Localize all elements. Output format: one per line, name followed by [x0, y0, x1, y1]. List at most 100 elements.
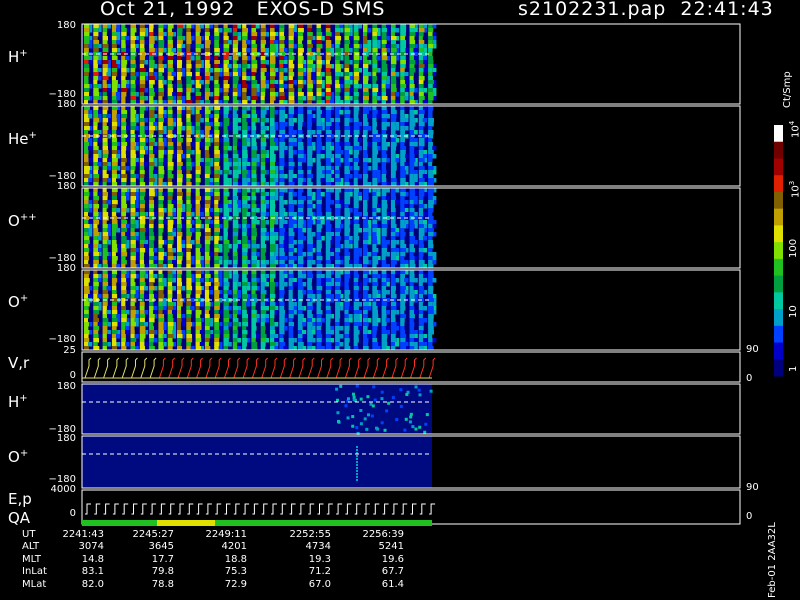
spectrogram-cell [126, 126, 130, 131]
spectrogram-cell [195, 256, 201, 261]
spectrogram-cell [167, 48, 172, 53]
spectrogram-cell [214, 196, 221, 201]
spectrogram-cell [432, 84, 437, 89]
ep-mark [345, 503, 352, 515]
orbit-value: 3074 [78, 541, 104, 553]
spectrogram-cell [274, 146, 279, 151]
spectrogram-cell [158, 252, 165, 257]
spectrogram-cell [283, 244, 288, 249]
spectrogram-cell [210, 302, 214, 307]
spectrogram-cell [186, 166, 193, 171]
spectrogram-cell [409, 220, 415, 225]
spectrogram-cell [204, 72, 211, 77]
spectrogram-cell [98, 256, 102, 261]
spectrogram-cell [418, 24, 424, 29]
spectrogram-cell [190, 188, 195, 193]
spectrogram-cell [223, 306, 229, 311]
spectrogram-cell [293, 310, 297, 315]
spectrogram-cell [102, 40, 108, 45]
spectrogram-cell [363, 154, 369, 159]
vr-mark [186, 357, 194, 379]
spectrogram-cell [111, 36, 117, 41]
spectrogram-cell [134, 232, 139, 237]
spectrogram-cell [139, 286, 145, 291]
spectrogram-cell [381, 260, 387, 265]
spectrogram-cell [111, 228, 117, 233]
spectrogram-cell [390, 170, 396, 175]
spectrogram-cell [409, 44, 416, 49]
spectrogram-cell [242, 76, 247, 81]
spectrogram-cell [260, 310, 267, 315]
spectrogram-cell [322, 60, 325, 65]
spectrogram-cell [149, 310, 154, 315]
spectrogram-cell [154, 286, 158, 291]
spectrogram-cell [284, 318, 288, 323]
spectrogram-cell [139, 220, 146, 225]
spectrogram-cell [418, 322, 424, 327]
spectrogram-cell [260, 92, 266, 97]
spectrogram-cell [418, 56, 424, 61]
spectrogram-cell [154, 294, 158, 299]
spectrogram-cell [195, 310, 202, 315]
spectrogram-cell [163, 24, 167, 29]
spectrogram-cell [177, 252, 183, 257]
spectrogram-cell [195, 302, 201, 307]
spectrogram-cell [88, 146, 93, 151]
spectrogram-cell [149, 294, 155, 299]
spectrogram-cell [167, 154, 173, 159]
spectrogram-cell [238, 224, 242, 229]
spectrogram-cell [433, 166, 437, 171]
spectrogram-cell [102, 200, 107, 205]
spectrogram-cell [102, 322, 108, 327]
spectrogram-cell [386, 252, 390, 257]
spectrogram-cell [307, 232, 312, 237]
spectrogram-cell [390, 154, 396, 159]
spectrogram-cell [335, 92, 340, 97]
spectrogram-cell [400, 96, 405, 101]
spectrogram-cell [372, 270, 378, 275]
spectrogram-cell [367, 28, 372, 33]
spectrogram-cell [284, 220, 288, 225]
spectrogram-cell [139, 326, 146, 331]
spectrogram-cell [111, 72, 118, 77]
spectrogram-cell [195, 228, 201, 233]
spectrogram-cell [201, 196, 204, 201]
spectrogram-cell [158, 200, 164, 205]
spectrogram-cell [186, 188, 191, 193]
spectrogram-cell [322, 32, 325, 37]
spectrogram-cell [210, 170, 214, 175]
spectrogram-cell [335, 192, 340, 197]
spectrogram-cell [186, 28, 191, 33]
spectrogram-cell [204, 342, 209, 347]
spectrogram-cell [223, 334, 230, 339]
spectrogram-cell [353, 326, 359, 331]
spectrogram-cell [195, 204, 201, 209]
spectrogram-cell [428, 248, 433, 253]
spectrogram-cell [294, 220, 297, 225]
spectrogram-cell [145, 212, 149, 217]
spectrogram-cell [204, 80, 210, 85]
spectrogram-cell [331, 142, 335, 147]
spectrogram-cell [390, 240, 397, 245]
vr-mark [326, 357, 334, 379]
spectrogram-cell [344, 192, 350, 197]
spectrogram-cell [186, 274, 192, 279]
spectrogram-cell [214, 326, 220, 331]
spectrogram-cell [344, 200, 351, 205]
spectrogram-cell [93, 224, 98, 229]
spectrogram-cell [229, 72, 232, 77]
spectrogram-cell [111, 188, 118, 193]
spectrogram-cell [307, 56, 312, 61]
spectrogram-cell [316, 28, 322, 33]
spectrogram-cell [130, 302, 135, 307]
spectrogram-cell [167, 260, 173, 265]
spectrogram-cell [266, 170, 269, 175]
spectrogram-cell [195, 326, 202, 331]
spectrogram-cell [274, 52, 279, 57]
spectrogram-cell [242, 118, 247, 123]
spectrogram-cell [158, 96, 163, 101]
spectrogram-cell [232, 158, 238, 163]
spectrogram-cell [223, 142, 230, 147]
spectrogram-cell [242, 232, 247, 237]
spectrogram-cell [428, 318, 434, 323]
